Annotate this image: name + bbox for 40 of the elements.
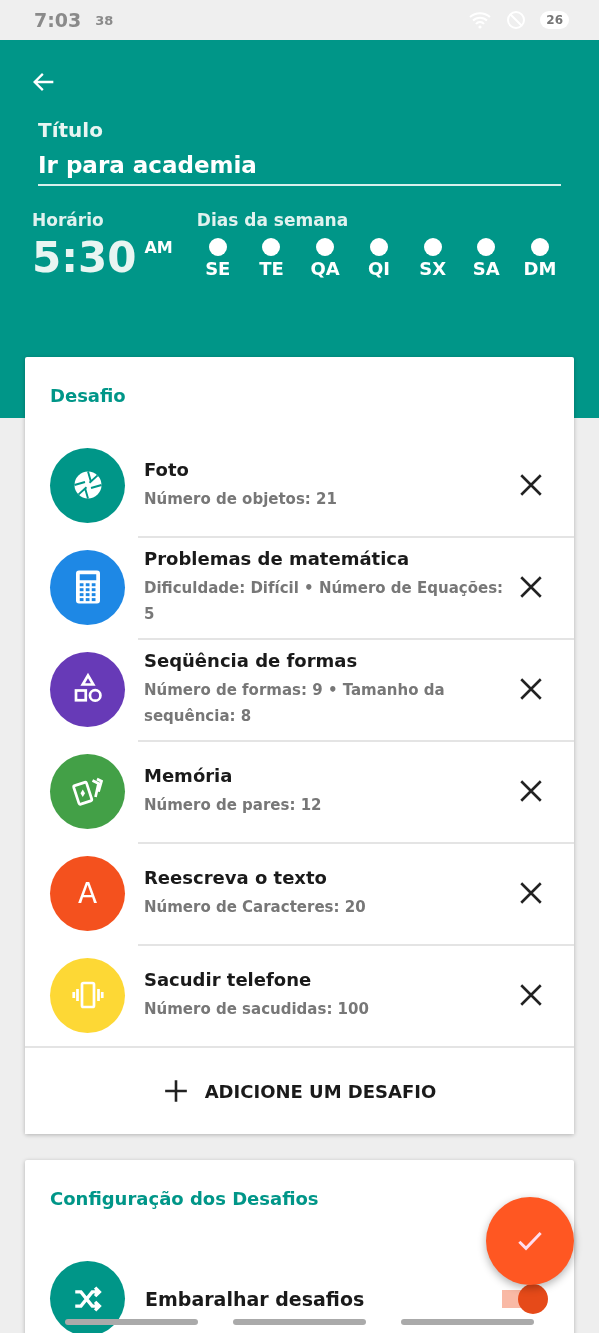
days-label: Dias da semana xyxy=(196,210,350,230)
status-time: 7:03 xyxy=(34,9,82,31)
section-title: Desafio xyxy=(49,384,126,408)
challenge-detail: Número de formas: 9 • Tamanho da sequência: 8 xyxy=(144,679,446,727)
am-pm-label: AM xyxy=(144,238,173,257)
weekday-toggle[interactable]: QI xyxy=(357,238,400,279)
close-icon[interactable] xyxy=(518,880,544,906)
title-input[interactable]: Ir para academia xyxy=(38,152,561,186)
challenge-name: Problemas de matemática xyxy=(144,547,411,569)
challenge-detail: Número de pares: 12 xyxy=(144,794,323,816)
weekday-toggle[interactable]: SA xyxy=(465,238,508,279)
challenge-detail: Número de sacudidas: 100 xyxy=(144,998,370,1020)
section-title: Configuração dos Desafios xyxy=(49,1187,319,1211)
letter-glyph: A xyxy=(77,876,98,910)
challenge-name: Foto xyxy=(144,458,190,480)
challenge-name: Sacudir telefone xyxy=(144,968,313,990)
challenge-name: Seqüência de formas xyxy=(144,649,359,671)
battery-level: 26 xyxy=(540,11,569,29)
challenge-detail: Número de Caracteres: 20 xyxy=(144,896,367,918)
weekday-toggle[interactable]: TE xyxy=(250,238,293,279)
close-icon[interactable] xyxy=(518,982,544,1008)
setting-label: Embaralhar desafios xyxy=(145,1287,366,1310)
challenge-detail: Dificuldade: Difícil • Número de Equações: 5 xyxy=(144,577,505,625)
close-icon[interactable] xyxy=(518,778,544,804)
weekday-toggle[interactable]: SE xyxy=(196,238,239,279)
alarm-time[interactable]: 5:30 xyxy=(32,234,137,282)
weekday-toggle[interactable]: DM xyxy=(519,238,561,279)
challenge-name: Reescreva o texto xyxy=(144,866,328,888)
plus-icon xyxy=(162,1078,189,1104)
close-icon[interactable] xyxy=(518,676,544,702)
challenge-detail: Número de objetos: 21 xyxy=(144,488,338,510)
weekday-toggle[interactable]: QA xyxy=(304,238,347,279)
close-icon[interactable] xyxy=(518,472,544,498)
add-challenge-button[interactable]: ADICIONE UM DESAFIO xyxy=(25,1046,574,1134)
time-label: Horário xyxy=(32,210,105,230)
close-icon[interactable] xyxy=(518,574,544,600)
notification-count: 38 xyxy=(95,12,114,28)
weekday-toggle[interactable]: SX xyxy=(411,238,454,279)
challenge-name: Memória xyxy=(144,764,234,786)
title-label: Título xyxy=(38,118,104,142)
